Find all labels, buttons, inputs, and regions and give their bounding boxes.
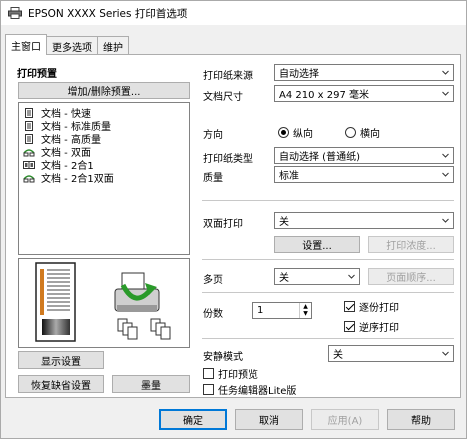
document-size-label: 文档尺寸 — [203, 92, 243, 103]
chevron-down-icon — [442, 218, 449, 223]
preset-list[interactable]: 文档 - 快速 文档 - 标准质量 文档 - 高质量 文档 - 双面 文档 - … — [18, 102, 190, 255]
portrait-label: 纵向 — [293, 129, 313, 140]
chevron-down-icon[interactable]: ▼ — [303, 311, 308, 317]
help-button[interactable]: 帮助 — [387, 409, 455, 430]
ink-levels-button[interactable]: 墨量 — [112, 375, 190, 393]
document-icon — [25, 133, 33, 144]
multi-page-label: 多页 — [203, 275, 223, 286]
reverse-order-checkbox[interactable]: 逆序打印 — [344, 319, 399, 334]
chevron-up-icon[interactable]: ▲ — [303, 303, 308, 310]
paper-type-label: 打印纸类型 — [203, 154, 253, 165]
print-preview-label: 打印预览 — [218, 370, 258, 381]
print-density-button[interactable]: 打印浓度... — [368, 236, 454, 253]
duplex-icon — [23, 174, 35, 182]
job-arranger-label: 任务编辑器Lite版 — [218, 386, 297, 397]
presets-heading: 打印预置 — [17, 69, 57, 80]
checkbox-indicator — [344, 301, 355, 312]
window-title: EPSON XXXX Series 打印首选项 — [28, 7, 188, 20]
cancel-button[interactable]: 取消 — [235, 409, 303, 430]
tab-more-options[interactable]: 更多选项 — [46, 36, 98, 55]
paper-source-value: 自动选择 — [279, 69, 319, 80]
duplex-value: 关 — [279, 217, 289, 228]
radio-indicator — [278, 127, 289, 138]
ok-button[interactable]: 确定 — [159, 409, 227, 430]
two-up-icon — [23, 160, 35, 169]
apply-button[interactable]: 应用(A) — [311, 409, 379, 430]
job-arranger-checkbox[interactable]: 任务编辑器Lite版 — [203, 382, 296, 397]
collate-label: 逐份打印 — [359, 303, 399, 314]
quality-select[interactable]: 标准 — [274, 166, 454, 183]
page-order-button[interactable]: 页面顺序... — [368, 268, 454, 285]
print-preview-checkbox[interactable]: 打印预览 — [203, 366, 258, 381]
title-bar: EPSON XXXX Series 打印首选项 — [1, 1, 466, 25]
checkbox-indicator — [344, 321, 355, 332]
landscape-radio[interactable]: 横向 — [345, 125, 380, 140]
duplex-label: 双面打印 — [203, 219, 243, 230]
printer-preferences-window: EPSON XXXX Series 打印首选项 主窗口 更多选项 维护 打印预置… — [0, 0, 467, 439]
copies-stepper[interactable]: 1 ▲ ▼ — [252, 302, 312, 319]
document-size-select[interactable]: A4 210 x 297 毫米 — [274, 85, 454, 102]
checkbox-indicator — [203, 384, 214, 395]
duplex-settings-button[interactable]: 设置... — [274, 236, 360, 253]
multi-page-value: 关 — [279, 273, 289, 284]
preset-label: 文档 - 2合1双面 — [41, 174, 114, 185]
page-preview-image — [35, 262, 171, 342]
restore-defaults-button[interactable]: 恢复缺省设置 — [18, 375, 104, 393]
tab-bar: 主窗口 更多选项 维护 — [5, 34, 129, 55]
quiet-mode-select[interactable]: 关 — [328, 345, 454, 362]
show-settings-button[interactable]: 显示设置 — [18, 351, 104, 369]
chevron-down-icon — [442, 70, 449, 75]
paper-source-select[interactable]: 自动选择 — [274, 64, 454, 81]
chevron-down-icon — [348, 274, 355, 279]
multi-page-select[interactable]: 关 — [274, 268, 360, 285]
divider — [202, 200, 454, 201]
duplex-icon — [23, 148, 35, 156]
duplex-select[interactable]: 关 — [274, 212, 454, 229]
landscape-label: 横向 — [360, 129, 380, 140]
chevron-down-icon — [442, 172, 449, 177]
preset-item-two-up-duplex[interactable]: 文档 - 2合1双面 — [23, 171, 114, 185]
document-size-value: A4 210 x 297 毫米 — [279, 90, 370, 101]
collate-checkbox[interactable]: 逐份打印 — [344, 299, 399, 314]
copies-value: 1 — [257, 305, 264, 316]
chevron-down-icon — [442, 91, 449, 96]
divider — [202, 292, 454, 293]
paper-source-label: 打印纸来源 — [203, 71, 253, 82]
chevron-down-icon — [442, 351, 449, 356]
divider — [202, 259, 454, 260]
quiet-mode-label: 安静模式 — [203, 352, 243, 363]
portrait-radio[interactable]: 纵向 — [278, 125, 313, 140]
checkbox-indicator — [203, 368, 214, 379]
paper-type-value: 自动选择 (普通纸) — [279, 152, 360, 163]
reverse-order-label: 逆序打印 — [359, 323, 399, 334]
document-icon — [25, 107, 33, 118]
quality-value: 标准 — [279, 171, 299, 182]
printer-icon — [8, 7, 22, 19]
stepper-arrows[interactable]: ▲ ▼ — [299, 303, 311, 318]
tab-maintenance[interactable]: 维护 — [97, 36, 129, 55]
divider — [202, 338, 454, 339]
copies-label: 份数 — [203, 309, 223, 320]
paper-type-select[interactable]: 自动选择 (普通纸) — [274, 147, 454, 164]
tab-main[interactable]: 主窗口 — [5, 34, 47, 55]
document-icon — [25, 120, 33, 131]
main-tab-panel: 打印预置 增加/删除预置... 文档 - 快速 文档 - 标准质量 文档 - 高… — [5, 54, 461, 398]
print-preview-illustration — [18, 258, 190, 348]
quiet-mode-value: 关 — [333, 350, 343, 361]
chevron-down-icon — [442, 153, 449, 158]
orientation-label: 方向 — [203, 130, 223, 141]
quality-label: 质量 — [203, 173, 223, 184]
radio-indicator — [345, 127, 356, 138]
add-remove-presets-button[interactable]: 增加/删除预置... — [18, 82, 190, 99]
